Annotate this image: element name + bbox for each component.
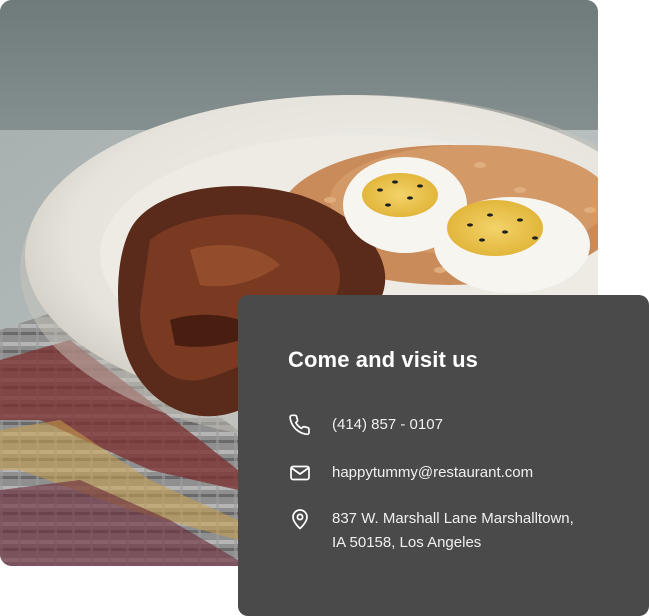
contact-email-row[interactable]: happytummy@restaurant.com xyxy=(288,461,599,485)
visit-us-section: Come and visit us (414) 857 - 0107 happy… xyxy=(0,0,649,616)
contact-address-row: 837 W. Marshall Lane Marshalltown, IA 50… xyxy=(288,507,599,555)
address-line-2: IA 50158, Los Angeles xyxy=(332,534,482,551)
contact-phone-row[interactable]: (414) 857 - 0107 xyxy=(288,413,599,437)
contact-title: Come and visit us xyxy=(288,347,478,372)
contact-address: 837 W. Marshall Lane Marshalltown, IA 50… xyxy=(332,507,574,555)
mail-icon xyxy=(288,461,312,485)
contact-card: Come and visit us (414) 857 - 0107 happy… xyxy=(238,295,649,616)
contact-phone[interactable]: (414) 857 - 0107 xyxy=(332,413,443,437)
map-pin-icon xyxy=(288,507,312,531)
contact-email[interactable]: happytummy@restaurant.com xyxy=(332,461,533,485)
phone-icon xyxy=(288,413,312,437)
address-line-1: 837 W. Marshall Lane Marshalltown, xyxy=(332,510,574,527)
contact-list: (414) 857 - 0107 happytummy@restaurant.c… xyxy=(288,413,599,555)
